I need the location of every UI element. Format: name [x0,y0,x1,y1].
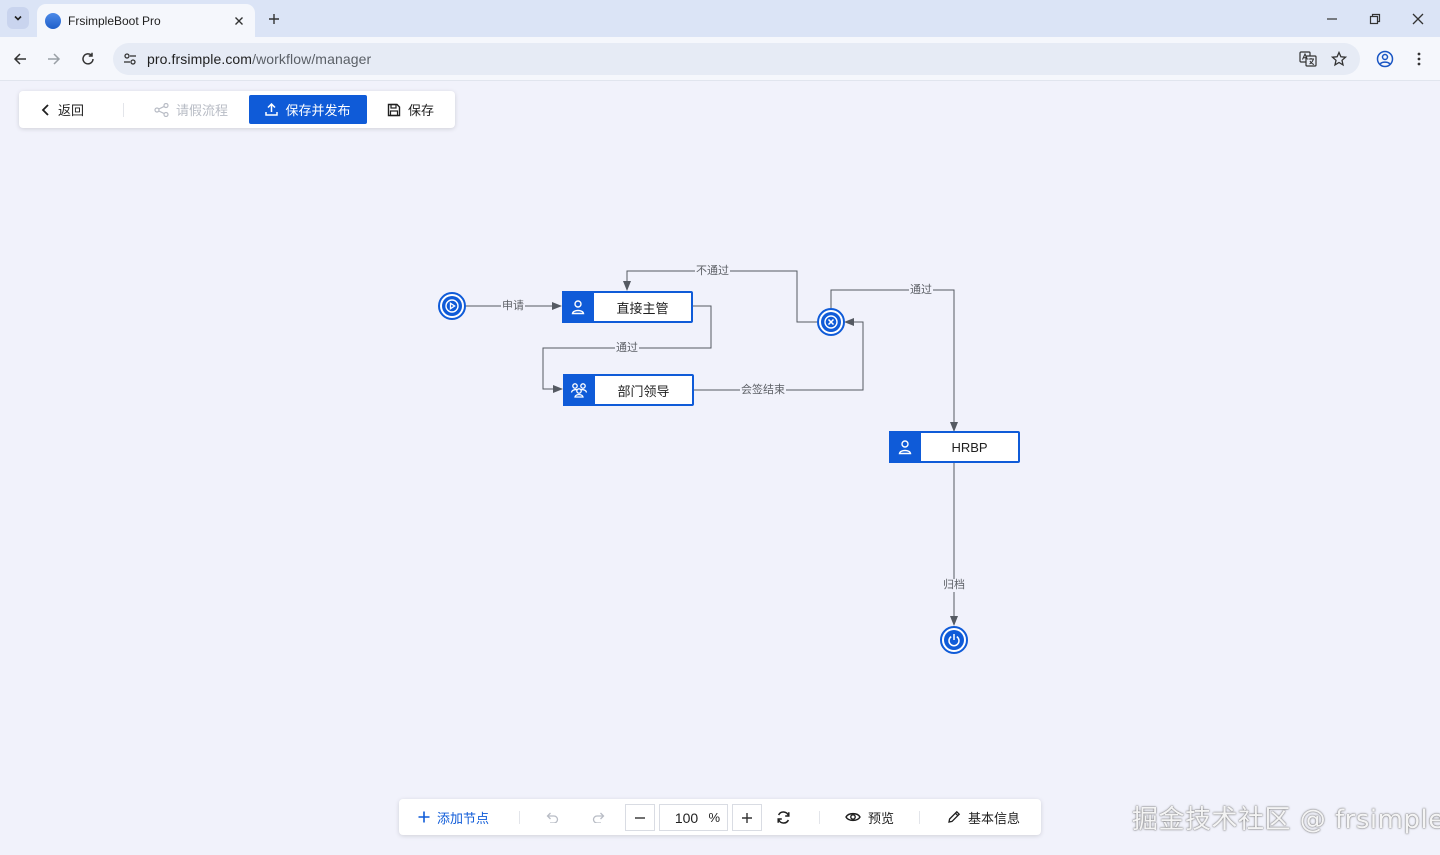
back-button[interactable] [9,48,31,70]
browser-toolbar: pro.frsimple.com/workflow/manager [0,37,1440,81]
undo-icon [546,812,559,823]
divider [519,811,520,824]
preview-label: 预览 [868,810,895,826]
edge-label-archive: 归档 [942,579,966,592]
play-icon [442,296,462,316]
arrow-right-icon [48,53,61,65]
eye-icon [845,812,861,822]
address-bar[interactable]: pro.frsimple.com/workflow/manager [113,43,1360,75]
restore-button[interactable] [1364,8,1386,30]
node-direct-manager[interactable]: 直接主管 [562,291,693,323]
user-group-icon [563,374,595,406]
canvas-bottom-toolbar: 添加节点 100 % 预览 基本信息 [399,799,1041,835]
close-window-button[interactable] [1407,8,1429,30]
power-icon [944,630,964,650]
close-icon [1412,13,1424,25]
flow-name-label: 请假流程 [176,103,229,118]
new-tab-button[interactable] [263,8,285,30]
add-node-label: 添加节点 [437,810,490,826]
save-button[interactable]: 保存 [387,91,434,128]
plus-icon [742,812,752,823]
undo-button[interactable] [545,799,566,835]
start-node[interactable] [438,292,466,320]
plus-icon [418,811,430,823]
arrow-left-icon [13,53,26,65]
browser-tab-active[interactable]: FrsimpleBoot Pro [37,4,255,37]
flow-name: 请假流程 [154,91,228,128]
floppy-disk-icon [387,103,401,116]
zoom-unit: % [708,810,720,825]
translate-icon[interactable] [1297,48,1319,70]
publish-label: 保存并发布 [285,103,351,118]
back-button[interactable]: 返回 [41,91,84,128]
edge-label-countersign-end: 会签结束 [740,384,786,397]
profile-button[interactable] [1374,48,1396,70]
divider [919,811,920,824]
redo-button[interactable] [592,799,613,835]
basic-info-label: 基本信息 [968,810,1021,826]
add-node-button[interactable]: 添加节点 [418,799,489,835]
node-label: HRBP [951,439,988,455]
account-circle-icon [1376,50,1394,68]
edge-pass-to-hrbp [830,289,958,432]
bookmark-star-icon[interactable] [1328,48,1350,70]
forward-button[interactable] [43,48,65,70]
url-text: pro.frsimple.com/workflow/manager [147,51,371,67]
user-icon [889,431,921,463]
node-label: 直接主管 [616,300,669,316]
refresh-icon [777,810,790,824]
basic-info-button[interactable]: 基本信息 [947,799,1020,835]
edge-label-pass-to-hrbp: 通过 [909,284,933,297]
gateway-node[interactable] [817,308,845,336]
plus-icon [269,14,279,24]
zoom-out-button[interactable] [625,804,655,831]
browser-tab-bar: FrsimpleBoot Pro [0,0,1440,37]
preview-button[interactable]: 预览 [845,799,894,835]
url-host: pro.frsimple.com [147,51,253,67]
editor-top-toolbar: 返回 请假流程 保存并发布 保存 [19,91,455,128]
edge-label-apply: 申请 [501,300,525,313]
back-label: 返回 [58,103,85,118]
upload-icon [265,103,279,116]
divider [123,103,124,117]
site-info-icon[interactable] [119,48,141,70]
url-path: /workflow/manager [252,51,372,67]
tab-search-button[interactable] [7,7,29,29]
chevron-left-icon [41,103,49,116]
more-vertical-icon [1417,52,1421,66]
workflow-canvas[interactable]: 申请 不通过 通过 会签结束 通过 归档 直接主管 部门领导 HRBP [0,130,1440,790]
zoom-in-button[interactable] [732,804,762,831]
zoom-control: 100 % [625,804,762,831]
tab-close-icon[interactable] [231,13,247,29]
watermark-text: 掘金技术社区 @ frsimple [1132,805,1440,835]
reload-icon [82,52,94,65]
save-label: 保存 [408,103,435,118]
divider [819,811,820,824]
node-dept-leader[interactable]: 部门领导 [563,374,694,406]
zoom-value: 100 [674,809,699,826]
zoom-input[interactable]: 100 % [659,804,728,831]
share-nodes-icon [154,102,169,117]
close-circle-icon [821,312,841,332]
user-icon [562,291,594,323]
redo-icon [592,812,605,823]
site-favicon-icon [45,12,61,29]
edge-label-reject: 不通过 [695,265,730,278]
end-node[interactable] [940,626,968,654]
minus-icon [635,816,645,819]
edge-label-pass-to-leader: 通过 [615,342,639,355]
tab-title: FrsimpleBoot Pro [68,13,161,28]
reset-view-button[interactable] [776,799,798,835]
edit-pencil-icon [948,810,961,823]
minimize-button[interactable] [1321,8,1343,30]
chevron-down-icon [14,15,22,21]
minimize-icon [1327,18,1337,20]
restore-icon [1369,13,1381,25]
reload-button[interactable] [77,48,99,70]
browser-menu-button[interactable] [1408,48,1430,70]
node-hrbp[interactable]: HRBP [889,431,1020,463]
save-and-publish-button[interactable]: 保存并发布 [249,95,367,124]
node-label: 部门领导 [617,383,670,399]
workflow-edges [466,270,958,626]
